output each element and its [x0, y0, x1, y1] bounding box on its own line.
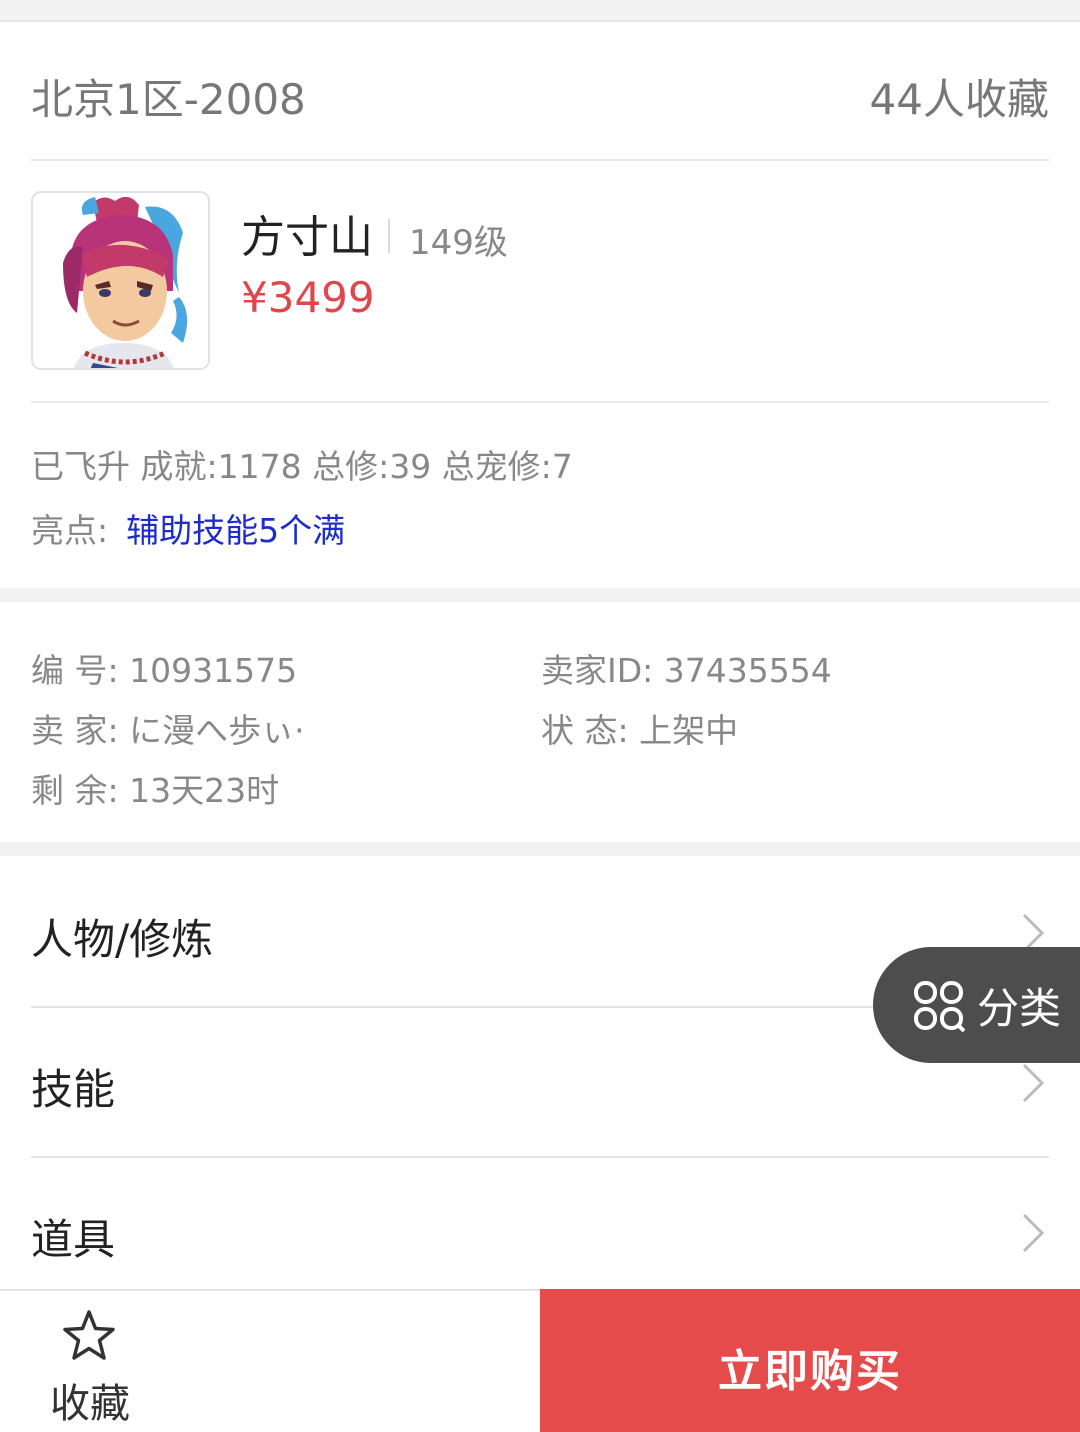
chevron-right-icon	[1022, 1063, 1045, 1103]
details-card: 编 号: 10931575 卖家ID: 37435554 卖 家: に漫へ歩ぃ·…	[0, 602, 1080, 842]
listing-card: 北京1区-2008 44人收藏 方寸山 149级 ¥3499 已飞升 成就:11…	[0, 22, 1080, 588]
role-stats: 已飞升 成就:1178 总修:39 总宠修:7	[31, 447, 573, 486]
listing-status: 状 态: 上架中	[541, 711, 739, 750]
bottom-bar: 收藏 立即购买	[0, 1289, 1080, 1432]
favorite-label: 收藏	[50, 1381, 130, 1427]
star-icon	[63, 1310, 115, 1360]
menu-item-label: 技能	[31, 1065, 116, 1114]
server-row: 北京1区-2008 44人收藏	[31, 22, 1049, 161]
divider	[388, 219, 390, 253]
menu-item-label: 人物/修炼	[31, 915, 214, 964]
role-name: 方寸山	[241, 212, 373, 263]
detail-menu: 人物/修炼 技能 道具	[0, 856, 1080, 1290]
menu-item-items[interactable]: 道具	[31, 1158, 1049, 1290]
role-price: ¥3499	[241, 273, 375, 322]
favorite-count: 44人收藏	[869, 75, 1049, 124]
chevron-right-icon	[1022, 1213, 1045, 1253]
highlight-row: 亮点: 辅助技能5个满	[31, 504, 345, 552]
grid-icon	[914, 981, 965, 1032]
role-level: 149级	[409, 223, 508, 263]
buy-now-button[interactable]: 立即购买	[540, 1289, 1080, 1432]
buy-now-label: 立即购买	[718, 1346, 902, 1397]
float-button-label: 分类	[977, 984, 1062, 1033]
seller-id: 卖家ID: 37435554	[541, 651, 832, 690]
highlight-value: 辅助技能5个满	[126, 511, 346, 550]
menu-item-label: 道具	[31, 1215, 116, 1264]
time-remaining: 剩 余: 13天23时	[31, 771, 280, 810]
favorite-button[interactable]: 收藏	[0, 1291, 180, 1432]
role-summary[interactable]: 方寸山 149级 ¥3499	[31, 163, 1049, 403]
server-name: 北京1区-2008	[31, 75, 306, 124]
highlight-label: 亮点:	[31, 511, 109, 550]
role-avatar	[31, 191, 210, 370]
category-float-button[interactable]: 分类	[873, 947, 1080, 1063]
seller-name: 卖 家: に漫へ歩ぃ·	[31, 711, 305, 750]
top-divider	[0, 0, 1080, 22]
listing-id: 编 号: 10931575	[31, 651, 298, 690]
